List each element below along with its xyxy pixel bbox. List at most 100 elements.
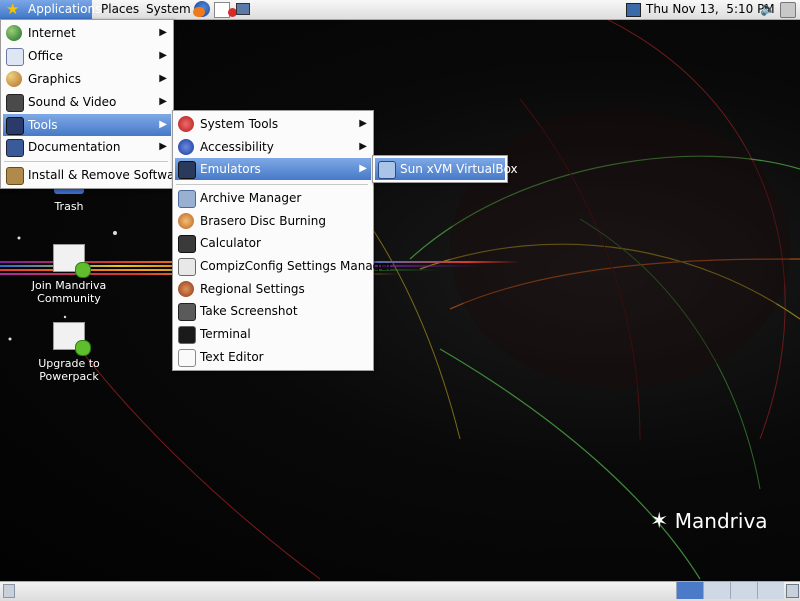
- monitor-icon: [178, 161, 196, 179]
- arrow-right-icon: ▶: [159, 141, 167, 152]
- arrow-right-icon: ▶: [159, 27, 167, 38]
- places-menu-button[interactable]: Places: [97, 0, 143, 19]
- arrow-right-icon: ▶: [359, 118, 367, 129]
- show-desktop-icon[interactable]: [3, 584, 15, 598]
- menu-item-tools[interactable]: Tools ▶: [3, 114, 171, 136]
- menu-item-sound-video[interactable]: Sound & Video ▶: [3, 91, 171, 113]
- upgrade-label: Upgrade to Powerpack: [38, 357, 100, 383]
- emulators-submenu: Sun xVM VirtualBox: [372, 155, 518, 183]
- menu-item-label: Terminal: [200, 327, 251, 341]
- trash-applet-icon[interactable]: [786, 584, 799, 598]
- menu-item-label: Regional Settings: [200, 282, 305, 296]
- workspace-1[interactable]: [676, 582, 703, 599]
- menu-item-terminal[interactable]: Terminal: [175, 323, 371, 345]
- media-icon: [6, 94, 24, 112]
- menu-item-office[interactable]: Office ▶: [3, 45, 171, 67]
- menu-item-internet[interactable]: Internet ▶: [3, 22, 171, 44]
- clock[interactable]: Thu Nov 13, 5:10 PM: [646, 0, 775, 19]
- menu-item-accessibility[interactable]: Accessibility ▶: [175, 136, 371, 158]
- menu-separator: [176, 184, 368, 185]
- trash-label: Trash: [54, 200, 84, 213]
- palette-icon: [6, 71, 22, 87]
- menu-item-virtualbox[interactable]: Sun xVM VirtualBox: [375, 158, 518, 180]
- tools-icon: [6, 117, 24, 135]
- arrow-right-icon: ▶: [159, 50, 167, 61]
- system-label: System: [146, 2, 191, 16]
- globe-icon: [6, 25, 22, 41]
- settings-icon: [178, 258, 196, 276]
- join-label: Join Mandriva Community: [31, 279, 107, 305]
- menu-item-label: Accessibility: [200, 140, 274, 154]
- menu-item-label: Office: [28, 49, 64, 63]
- menu-separator: [4, 161, 168, 162]
- volume-icon[interactable]: 🔈: [760, 1, 776, 18]
- camera-icon: [178, 303, 196, 321]
- menu-item-documentation[interactable]: Documentation ▶: [3, 136, 171, 158]
- menu-item-brasero[interactable]: Brasero Disc Burning: [175, 210, 371, 232]
- arrow-right-icon: ▶: [359, 163, 367, 174]
- menu-item-label: Internet: [28, 26, 76, 40]
- menu-item-label: Calculator: [200, 236, 261, 250]
- menu-item-label: Take Screenshot: [200, 304, 298, 318]
- package-icon: [6, 167, 24, 185]
- star-icon: ★: [6, 0, 20, 18]
- menu-item-calculator[interactable]: Calculator: [175, 232, 371, 254]
- upgrade-powerpack-desktop-icon[interactable]: Upgrade to Powerpack: [24, 322, 114, 383]
- book-icon: [6, 139, 24, 157]
- applications-menu-button[interactable]: ★ Applications: [0, 0, 101, 19]
- accessibility-icon: [178, 139, 194, 155]
- menu-item-emulators[interactable]: Emulators ▶: [175, 158, 371, 180]
- menu-item-text-editor[interactable]: Text Editor: [175, 346, 371, 368]
- firefox-launcher-icon[interactable]: [193, 1, 210, 17]
- cart-badge-icon: [75, 340, 91, 356]
- logout-icon[interactable]: [780, 2, 796, 18]
- menu-item-take-screenshot[interactable]: Take Screenshot: [175, 300, 371, 322]
- menu-item-system-tools[interactable]: System Tools ▶: [175, 113, 371, 135]
- document-icon: [53, 244, 91, 278]
- arrow-right-icon: ▶: [159, 73, 167, 84]
- menu-item-label: Sun xVM VirtualBox: [400, 162, 518, 176]
- menu-item-label: Graphics: [28, 72, 81, 86]
- tools-submenu: System Tools ▶ Accessibility ▶ Emulators ▶ …: [172, 110, 393, 371]
- menu-item-install-remove-software[interactable]: Install & Remove Software: [3, 164, 187, 186]
- menu-item-label: Brasero Disc Burning: [200, 214, 326, 228]
- star-logo-icon: ✶: [650, 509, 669, 534]
- virtualbox-icon: [378, 161, 396, 179]
- menu-item-graphics[interactable]: Graphics ▶: [3, 68, 171, 90]
- brand-name: Mandriva: [674, 509, 768, 533]
- text-editor-icon: [178, 349, 196, 367]
- menu-item-compizconfig[interactable]: CompizConfig Settings Manager: [175, 255, 393, 277]
- arrow-right-icon: ▶: [359, 141, 367, 152]
- workspace-3[interactable]: [730, 582, 757, 599]
- system-tools-icon: [178, 116, 194, 132]
- screen-launcher-icon[interactable]: [236, 3, 250, 15]
- arrow-right-icon: ▶: [159, 96, 167, 107]
- menu-item-label: Emulators: [200, 162, 261, 176]
- network-icon[interactable]: [626, 3, 641, 17]
- menu-item-label: Sound & Video: [28, 95, 117, 109]
- menu-item-label: Tools: [28, 118, 58, 132]
- applications-menu: Internet ▶ Office ▶ Graphics ▶ Sound & Vide…: [0, 19, 187, 189]
- menu-item-label: Documentation: [28, 140, 121, 154]
- archive-icon: [178, 190, 196, 208]
- menu-item-archive-manager[interactable]: Archive Manager: [175, 187, 371, 209]
- office-icon: [6, 48, 24, 66]
- menu-item-label: Archive Manager: [200, 191, 302, 205]
- top-panel: ★ Applications Places System Thu Nov 13,…: [0, 0, 800, 20]
- menu-item-regional-settings[interactable]: Regional Settings: [175, 278, 371, 300]
- regional-icon: [178, 281, 194, 297]
- workspace-4[interactable]: [757, 582, 784, 599]
- applications-label: Applications: [28, 2, 102, 16]
- join-mandriva-desktop-icon[interactable]: Join Mandriva Community: [24, 244, 114, 305]
- menu-item-label: System Tools: [200, 117, 279, 131]
- arrow-right-icon: ▶: [159, 119, 167, 130]
- document-icon: [53, 322, 91, 356]
- terminal-icon: [178, 326, 196, 344]
- pen-badge-icon: [75, 262, 91, 278]
- workspace-2[interactable]: [703, 582, 730, 599]
- calculator-icon: [178, 235, 196, 253]
- menu-item-label: Install & Remove Software: [28, 168, 187, 182]
- system-menu-button[interactable]: System: [142, 0, 195, 19]
- menu-item-label: Text Editor: [200, 350, 264, 364]
- places-label: Places: [101, 2, 140, 16]
